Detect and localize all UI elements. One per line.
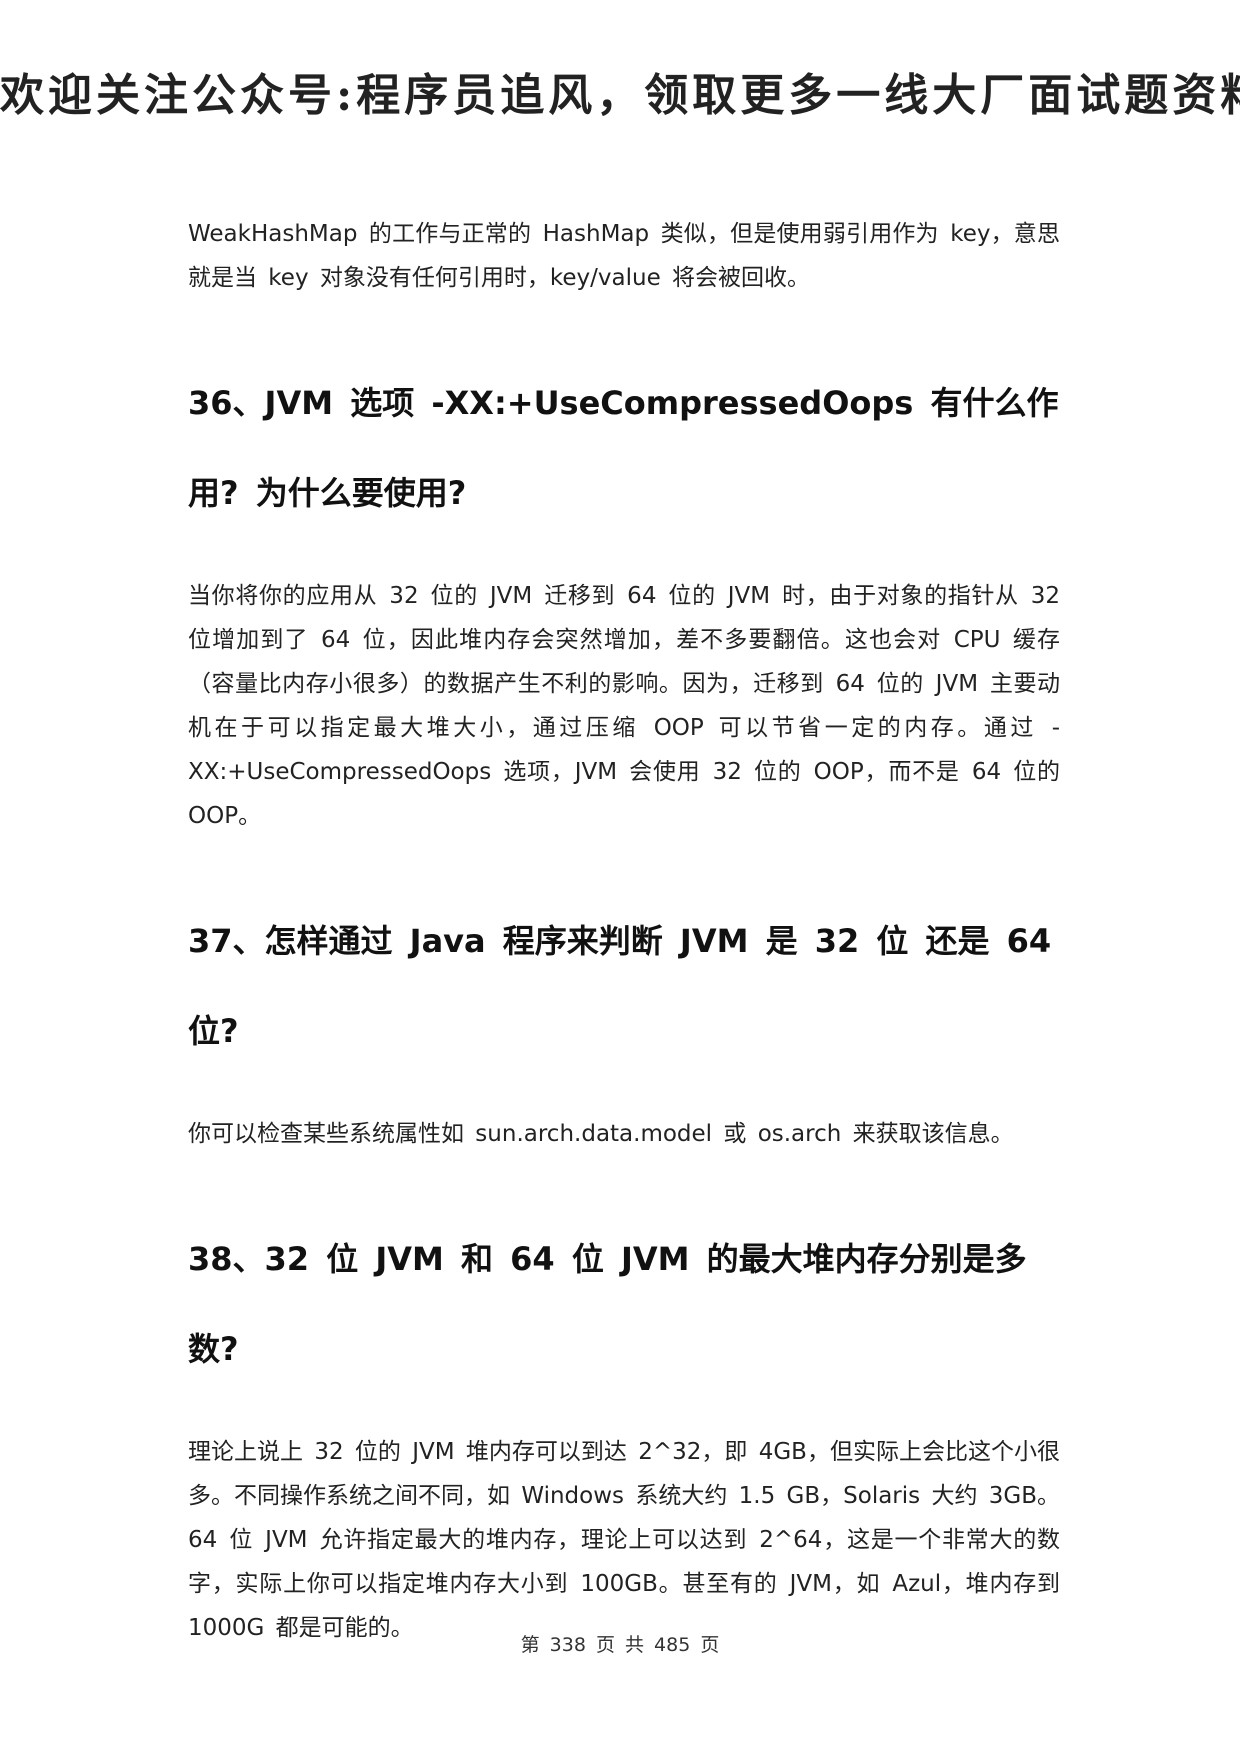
question-36-heading: 36、JVM 选项 -XX:+UseCompressedOops 有什么作用? …	[188, 384, 1059, 512]
header-banner: 欢迎关注公众号:程序员追风，领取更多一线大厂面试题资料	[0, 70, 1240, 121]
question-37-heading: 37、怎样通过 Java 程序来判断 JVM 是 32 位 还是 64 位?	[188, 922, 1052, 1050]
document-body: WeakHashMap 的工作与正常的 HashMap 类似，但是使用弱引用作为…	[188, 212, 1060, 1650]
question-36-answer: 当你将你的应用从 32 位的 JVM 迁移到 64 位的 JVM 时，由于对象的…	[188, 583, 1060, 829]
question-38-answer: 理论上说上 32 位的 JVM 堆内存可以到达 2^32，即 4GB，但实际上会…	[188, 1439, 1060, 1641]
page-number-footer: 第 338 页 共 485 页	[520, 1634, 720, 1656]
question-37-answer: 你可以检查某些系统属性如 sun.arch.data.model 或 os.ar…	[188, 1121, 1014, 1147]
question-38-heading: 38、32 位 JVM 和 64 位 JVM 的最大堆内存分别是多数?	[188, 1240, 1027, 1368]
intro-paragraph: WeakHashMap 的工作与正常的 HashMap 类似，但是使用弱引用作为…	[188, 221, 1060, 291]
